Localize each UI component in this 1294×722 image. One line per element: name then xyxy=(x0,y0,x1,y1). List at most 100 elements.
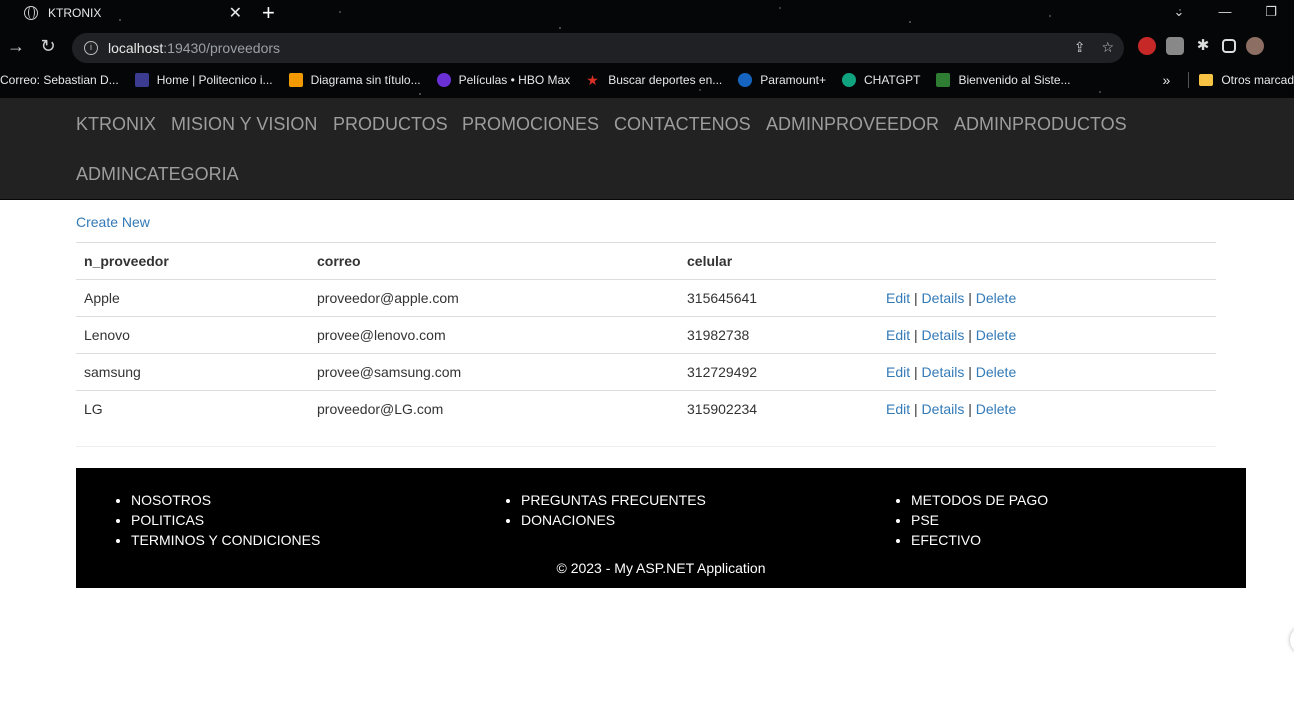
nav-mision-vision[interactable]: MISION Y VISION xyxy=(171,114,317,135)
site-navbar: KTRONIX MISION Y VISION PRODUCTOS PROMOC… xyxy=(0,98,1294,200)
bookmark-label: Diagrama sin título... xyxy=(310,73,421,87)
details-link[interactable]: Details xyxy=(922,327,965,343)
sidebar-icon[interactable] xyxy=(1222,39,1236,53)
create-new-link[interactable]: Create New xyxy=(76,214,150,230)
paramount-icon xyxy=(738,73,753,87)
separator: | xyxy=(968,290,972,306)
url-host: localhost xyxy=(108,40,164,56)
bookmark-label: Películas • HBO Max xyxy=(458,73,571,87)
details-link[interactable]: Details xyxy=(922,290,965,306)
delete-link[interactable]: Delete xyxy=(976,290,1016,306)
cell-actions: Edit | Details | Delete xyxy=(878,390,1216,428)
edit-link[interactable]: Edit xyxy=(886,364,910,380)
footer-link-pse[interactable]: PSE xyxy=(911,510,1048,530)
nav-adminproductos[interactable]: ADMINPRODUCTOS xyxy=(954,114,1127,135)
bookmark-star-icon[interactable]: ☆ xyxy=(1101,39,1114,56)
bookmark-item[interactable]: Diagrama sin título... xyxy=(288,73,421,87)
footer-column-2: PREGUNTAS FRECUENTES DONACIONES xyxy=(466,490,706,530)
edit-link[interactable]: Edit xyxy=(886,290,910,306)
bookmark-item[interactable]: Paramount+ xyxy=(738,73,826,87)
separator: | xyxy=(914,401,918,418)
bookmark-label: Correo: Sebastian D... xyxy=(0,73,119,87)
bookmark-label: Buscar deportes en... xyxy=(608,73,723,87)
separator: | xyxy=(968,364,972,380)
new-tab-button[interactable]: + xyxy=(262,1,275,25)
profile-avatar[interactable] xyxy=(1246,37,1264,55)
footer-link-metodos-pago[interactable]: METODOS DE PAGO xyxy=(911,490,1048,510)
tab-search-icon[interactable]: ⌄ xyxy=(1156,0,1202,24)
details-link[interactable]: Details xyxy=(922,401,965,417)
nav-productos[interactable]: PRODUCTOS xyxy=(333,114,448,135)
table-row: samsung provee@samsung.com 312729492 Edi… xyxy=(76,353,1216,391)
address-bar[interactable]: i localhost:19430/proveedors ⇪ ☆ xyxy=(72,33,1124,63)
tab-close-icon[interactable]: ✕ xyxy=(229,3,242,23)
browser-chrome: KTRONIX ✕ + ⌄ — ❐ → ↻ i localhost:19430/… xyxy=(0,0,1294,98)
minimize-icon[interactable]: — xyxy=(1202,0,1248,24)
header-celular: celular xyxy=(679,242,878,280)
separator: | xyxy=(968,401,972,418)
bookmark-item[interactable]: Home | Politecnico i... xyxy=(134,73,273,87)
cell-correo: proveedor@LG.com xyxy=(309,390,679,428)
footer-link-efectivo[interactable]: EFECTIVO xyxy=(911,530,1048,550)
content-divider xyxy=(76,446,1216,447)
nav-contactenos[interactable]: CONTACTENOS xyxy=(614,114,751,135)
table-header-row: n_proveedor correo celular xyxy=(76,242,1216,280)
globe-icon xyxy=(24,6,38,20)
window-controls: ⌄ — ❐ xyxy=(1156,0,1294,24)
puzzle-extensions-icon[interactable]: ✱ xyxy=(1194,37,1212,55)
header-correo: correo xyxy=(309,242,679,280)
details-link[interactable]: Details xyxy=(922,364,965,380)
nav-promociones[interactable]: PROMOCIONES xyxy=(462,114,599,135)
reader-extension-icon[interactable] xyxy=(1166,37,1184,55)
nav-adminproveedor[interactable]: ADMINPROVEEDOR xyxy=(766,114,939,135)
bookmark-label: Home | Politecnico i... xyxy=(156,73,273,87)
bookmarks-bar: Correo: Sebastian D... Home | Politecnic… xyxy=(0,68,1294,92)
restore-icon[interactable]: ❐ xyxy=(1248,0,1294,24)
edit-link[interactable]: Edit xyxy=(886,401,910,417)
reload-icon[interactable]: ↻ xyxy=(32,36,64,57)
header-n-proveedor: n_proveedor xyxy=(76,242,309,280)
footer-link-nosotros[interactable]: NOSOTROS xyxy=(131,490,320,510)
bookmark-item[interactable]: Películas • HBO Max xyxy=(436,73,571,87)
footer-link-donaciones[interactable]: DONACIONES xyxy=(521,510,706,530)
delete-link[interactable]: Delete xyxy=(976,327,1016,343)
edit-link[interactable]: Edit xyxy=(886,327,910,343)
cell-celular: 315645641 xyxy=(679,279,878,317)
url-path: :19430/proveedors xyxy=(163,40,281,56)
site-info-icon[interactable]: i xyxy=(84,41,98,55)
nav-brand[interactable]: KTRONIX xyxy=(76,114,156,135)
chatgpt-icon xyxy=(841,73,856,87)
cell-actions: Edit | Details | Delete xyxy=(878,316,1216,354)
header-actions xyxy=(878,242,1216,280)
more-bookmarks-icon[interactable]: » xyxy=(1163,72,1171,88)
bookmark-item[interactable]: Bienvenido al Siste... xyxy=(936,73,1071,87)
adblock-extension-icon[interactable] xyxy=(1138,37,1156,55)
share-icon[interactable]: ⇪ xyxy=(1074,39,1086,56)
table-row: Lenovo provee@lenovo.com 31982738 Edit |… xyxy=(76,316,1216,354)
bookmark-item[interactable]: ★ Buscar deportes en... xyxy=(586,73,722,87)
bookmark-item[interactable]: Correo: Sebastian D... xyxy=(0,73,119,87)
copyright: © 2023 - My ASP.NET Application xyxy=(556,560,766,576)
other-bookmarks[interactable]: Otros marcad xyxy=(1221,73,1294,87)
forward-icon[interactable]: → xyxy=(0,36,32,57)
footer-link-terminos[interactable]: TERMINOS Y CONDICIONES xyxy=(131,530,320,550)
bookmarks-divider xyxy=(1188,72,1190,88)
cell-celular: 315902234 xyxy=(679,390,878,428)
bookmark-item[interactable]: CHATGPT xyxy=(841,73,921,87)
footer-link-politicas[interactable]: POLITICAS xyxy=(131,510,320,530)
separator: | xyxy=(968,327,972,343)
extensions-bar: ✱ xyxy=(1138,37,1264,55)
diagram-icon xyxy=(288,73,303,87)
cell-correo: provee@samsung.com xyxy=(309,353,679,391)
delete-link[interactable]: Delete xyxy=(976,401,1016,417)
cell-correo: provee@lenovo.com xyxy=(309,316,679,354)
bookmark-label: CHATGPT xyxy=(863,73,921,87)
floating-button[interactable] xyxy=(1290,626,1294,654)
nav-admincategoria[interactable]: ADMINCATEGORIA xyxy=(76,164,239,185)
cell-nombre: Lenovo xyxy=(76,316,309,354)
footer-link-preguntas[interactable]: PREGUNTAS FRECUENTES xyxy=(521,490,706,510)
browser-tab[interactable]: KTRONIX ✕ xyxy=(8,0,252,26)
separator: | xyxy=(914,364,918,380)
delete-link[interactable]: Delete xyxy=(976,364,1016,380)
cell-nombre: Apple xyxy=(76,279,309,317)
